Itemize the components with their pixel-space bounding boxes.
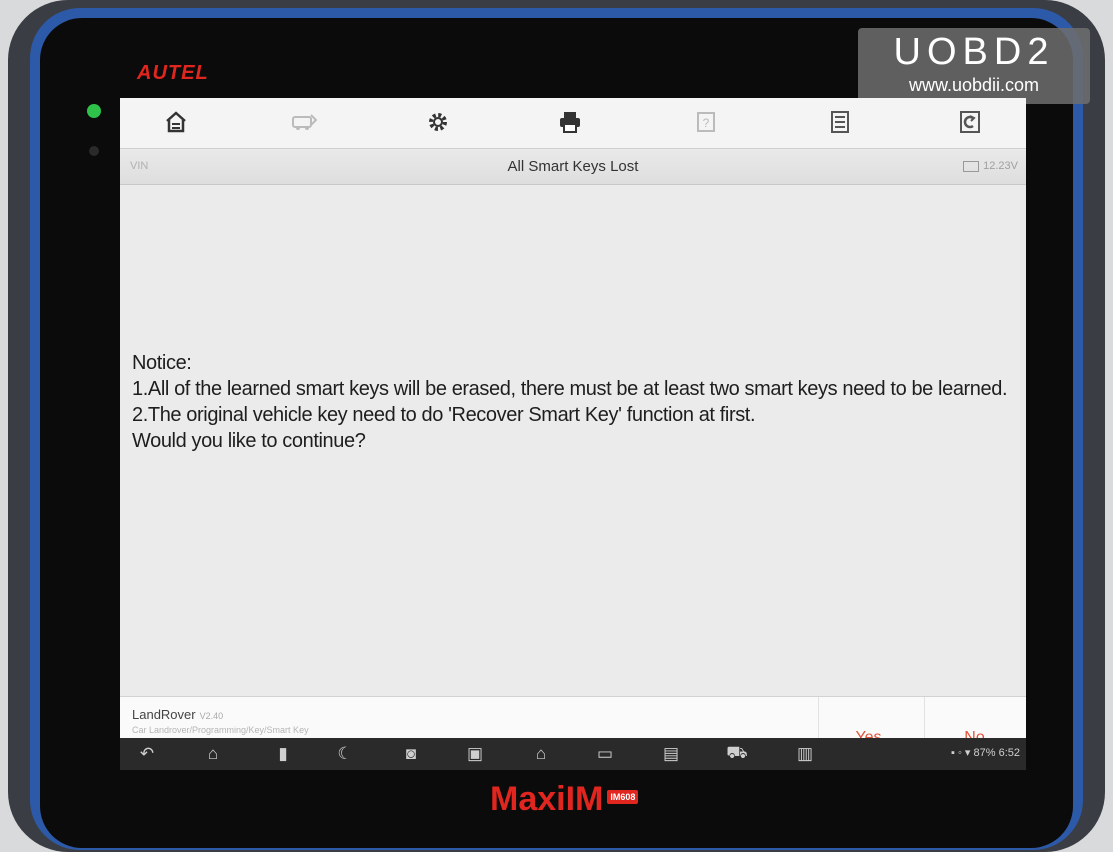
power-led <box>87 104 101 118</box>
breadcrumb: Car Landrover/Programming/Key/Smart Key <box>132 725 309 735</box>
home-icon[interactable] <box>162 108 190 136</box>
vehicle-icon[interactable]: ⛟ <box>724 742 750 766</box>
brightness-icon[interactable]: ☾ <box>332 742 358 766</box>
tpms-icon[interactable]: ▥ <box>792 742 818 766</box>
watermark: UOBD2 www.uobdii.com <box>858 28 1090 104</box>
gear-icon[interactable] <box>424 108 452 136</box>
help-icon[interactable]: ? <box>692 108 720 136</box>
notice-heading: Notice: <box>132 352 192 374</box>
screenshot-icon[interactable]: ▣ <box>462 742 488 766</box>
battery-voltage: 12.23V <box>963 160 1018 172</box>
system-status: ▪ ◦ ▾ 87% 6:52 <box>951 746 1020 759</box>
shortcut-home-icon[interactable]: ⌂ <box>528 742 554 766</box>
svg-text:?: ? <box>703 116 710 130</box>
android-nav-bar: ↶ ⌂ ▮ ☾ ◙ ▣ ⌂ ▭ ▤ ⛟ ▥ ▪ ◦ ▾ 87% 6:52 <box>120 738 1026 770</box>
notice-line-3: Would you like to continue? <box>132 430 366 452</box>
save-icon[interactable] <box>826 108 854 136</box>
back-icon[interactable]: ↶ <box>134 742 160 766</box>
device-screen: ? VIN All Smart Keys Lost 12.23V Notice:… <box>120 98 1026 770</box>
model-logo: MaxiIM IM608 <box>490 780 639 819</box>
title-bar: VIN All Smart Keys Lost 12.23V <box>120 150 1026 185</box>
notice-message: Notice: 1.All of the learned smart keys … <box>132 350 1022 454</box>
notice-line-1: 1.All of the learned smart keys will be … <box>132 378 1008 400</box>
status-icons: ▪ ◦ ▾ <box>951 747 974 759</box>
model-badge: IM608 <box>607 790 639 805</box>
no-button[interactable]: No <box>924 697 1024 739</box>
vehicle-swap-icon[interactable] <box>290 108 318 136</box>
vci-icon[interactable]: ▭ <box>592 742 618 766</box>
status-text: 87% 6:52 <box>973 747 1020 759</box>
vehicle-make: LandRover V2.40 <box>132 707 223 722</box>
watermark-title: UOBD2 <box>893 31 1055 73</box>
model-name: MaxiIM <box>490 780 604 818</box>
top-toolbar: ? <box>120 98 1026 149</box>
battery-icon <box>963 160 980 172</box>
voltage-value: 12.23V <box>983 160 1018 172</box>
notice-line-2: 2.The original vehicle key need to do 'R… <box>132 404 756 426</box>
yes-button[interactable]: Yes <box>818 697 918 739</box>
printer-icon[interactable] <box>556 108 584 136</box>
camera-icon[interactable]: ◙ <box>398 742 424 766</box>
software-version: V2.40 <box>199 711 224 721</box>
watermark-url: www.uobdii.com <box>908 75 1040 95</box>
footer-bar: LandRover V2.40 Car Landrover/Programming… <box>120 696 1026 739</box>
camera-dot <box>89 146 99 156</box>
page-title: All Smart Keys Lost <box>507 158 639 175</box>
recent-apps-icon[interactable]: ▮ <box>270 742 296 766</box>
android-home-icon[interactable]: ⌂ <box>200 742 226 766</box>
vehicle-make-label: LandRover <box>132 707 196 722</box>
brand-logo: AUTEL <box>137 62 209 84</box>
exit-icon[interactable] <box>956 108 984 136</box>
diagnostics-icon[interactable]: ▤ <box>658 742 684 766</box>
